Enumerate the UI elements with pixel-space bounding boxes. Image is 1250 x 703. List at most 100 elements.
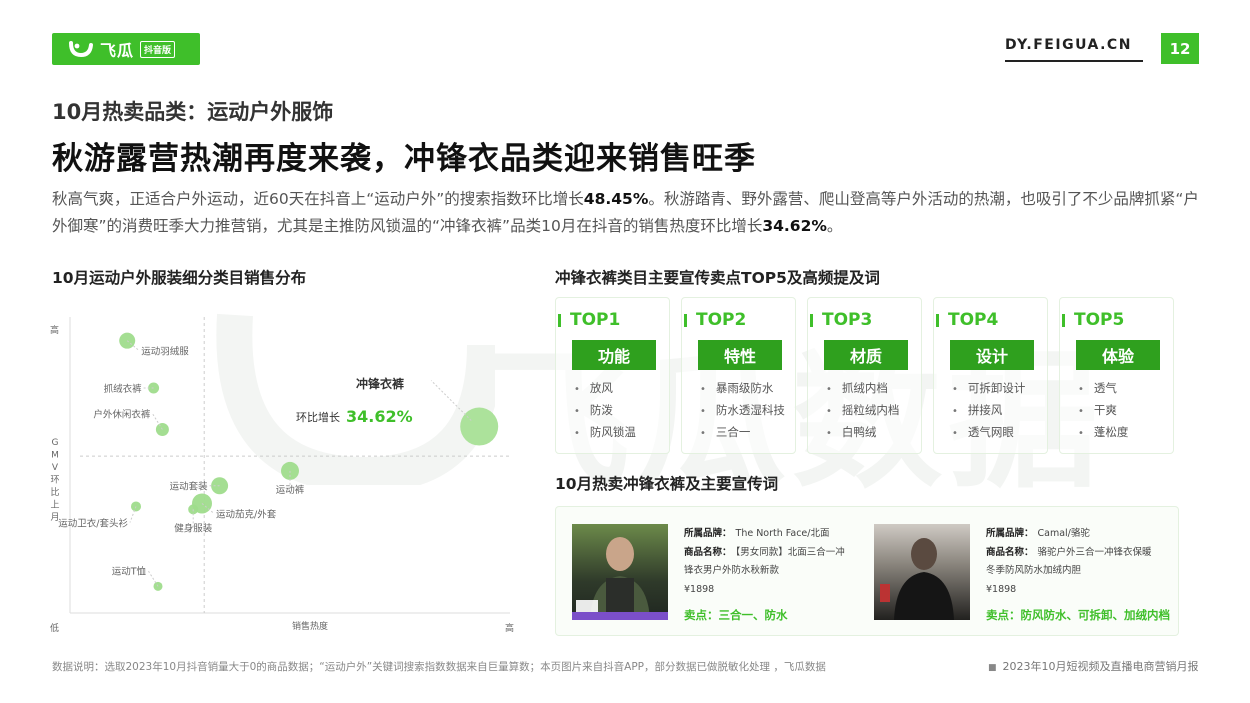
- site-url[interactable]: DY.FEIGUA.CN: [1005, 37, 1132, 53]
- product-2-selling-points: 卖点：防风防水、可拆卸、加绒内档: [986, 608, 1170, 622]
- product-1-selling-points: 卖点：三合一、防水: [684, 608, 788, 622]
- card-word: 干爽: [1078, 400, 1128, 422]
- product-image-1[interactable]: [572, 524, 668, 620]
- card-category: 体验: [1076, 340, 1160, 370]
- card-word: 可拆卸设计: [952, 378, 1026, 400]
- card-category: 特性: [698, 340, 782, 370]
- card-word: 白鸭绒: [826, 422, 899, 444]
- page-number: 12: [1161, 33, 1199, 64]
- product-image-2[interactable]: [874, 524, 970, 620]
- site-underline: [1005, 60, 1143, 62]
- brand-tag: 抖音版: [140, 40, 176, 58]
- feigua-logo[interactable]: 飞瓜 抖音版: [52, 33, 200, 65]
- bubble-label-7: 健身服装: [174, 522, 213, 534]
- page-subtitle: 10月热卖品类：运动户外服饰: [52, 100, 334, 124]
- y-axis-label-char: 上: [50, 500, 59, 511]
- card-rank: TOP1: [556, 310, 620, 330]
- card-word-list: 透气 干爽 蓬松度: [1078, 378, 1129, 444]
- person-coat-icon: [880, 538, 954, 620]
- card-category: 设计: [950, 340, 1034, 370]
- highlight-metric-value: 34.62%: [346, 407, 413, 426]
- y-axis-low-label: 低: [50, 622, 59, 634]
- bubble-label-1: 抓绒衣裤: [104, 383, 143, 395]
- card-category: 材质: [824, 340, 908, 370]
- product-1-price: ¥1898: [684, 584, 715, 595]
- chart-section-title: 10月运动户外服装细分类目销售分布: [52, 269, 307, 287]
- card-word: 抓绒内档: [826, 378, 899, 400]
- bubble-label-0: 运动羽绒服: [141, 346, 189, 358]
- product-2-name-line2: 冬季防风防水加绒内胆: [986, 565, 1082, 576]
- card-rank: TOP4: [934, 310, 998, 330]
- card-word: 暴雨级防水: [700, 378, 785, 400]
- card-word: 三合一: [700, 422, 785, 444]
- card-word: 透气: [1078, 378, 1128, 400]
- card-word-list: 可拆卸设计 拼接风 透气网眼: [952, 378, 1026, 444]
- bubble-label-4: 运动裤: [276, 484, 305, 496]
- bubble-label-2: 户外休闲衣裤: [93, 408, 151, 420]
- x-axis-label: 销售热度: [292, 620, 328, 632]
- top5-card-4: TOP4 设计 可拆卸设计 拼接风 透气网眼: [933, 297, 1048, 454]
- products-section-title: 10月热卖冲锋衣裤及主要宣传词: [555, 475, 779, 493]
- card-rank: TOP5: [1060, 310, 1124, 330]
- para-text-3: 。: [826, 217, 843, 235]
- y-axis-label-char: 环: [50, 475, 59, 486]
- card-word-list: 放风 防泼 防风锁温: [574, 378, 636, 444]
- product-2-price: ¥1898: [986, 584, 1017, 595]
- y-axis-label-char: M: [51, 451, 59, 461]
- para-text-1: 秋高气爽，正适合户外运动，近60天在抖音上“运动户外”的搜索指数环比增长: [52, 190, 584, 208]
- x-axis-high-label: 高: [505, 622, 514, 634]
- top5-card-5: TOP5 体验 透气 干爽 蓬松度: [1059, 297, 1174, 454]
- para-value-1: 48.45%: [583, 190, 649, 208]
- top5-card-1: TOP1 功能 放风 防泼 防风锁温: [555, 297, 670, 454]
- intro-paragraph: 秋高气爽，正适合户外运动，近60天在抖音上“运动户外”的搜索指数环比增长48.4…: [52, 186, 1202, 240]
- highlight-metric-label: 环比增长: [296, 410, 340, 424]
- card-rank: TOP3: [808, 310, 872, 330]
- bubble-label-9: 运动T恤: [112, 565, 147, 577]
- top5-section-title: 冲锋衣裤类目主要宣传卖点TOP5及高频提及词: [555, 269, 880, 287]
- bubble-label-5: 运动套装: [170, 481, 209, 493]
- card-word-list: 暴雨级防水 防水透湿科技 三合一: [700, 378, 785, 444]
- product-1-name-line2: 锋衣男户外防水秋新款: [684, 565, 780, 576]
- card-word: 放风: [574, 378, 636, 400]
- top5-card-2: TOP2 特性 暴雨级防水 防水透湿科技 三合一: [681, 297, 796, 454]
- bubble-label-6: 运动茄克/外套: [216, 508, 277, 520]
- y-axis-high-label: 高: [50, 324, 59, 336]
- feigua-logo-icon: [69, 41, 93, 58]
- bubble-chart: 高低高销售热度 G M V 环比上月运动羽绒服 抓绒衣裤 户外休闲衣裤 运动裤 运动套装 运动茄克…: [40, 305, 520, 635]
- card-word-list: 抓绒内档 摇粒绒内档 白鸭绒: [826, 378, 900, 444]
- y-axis-label-char: V: [52, 463, 59, 473]
- card-rank: TOP2: [682, 310, 746, 330]
- card-word: 拼接风: [952, 400, 1025, 422]
- top5-card-3: TOP3 材质 抓绒内档 摇粒绒内档 白鸭绒: [807, 297, 922, 454]
- report-name: 2023年10月短视频及直播电商营销月报: [988, 658, 1199, 674]
- brand-name: 飞瓜: [100, 41, 135, 60]
- page-title: 秋游露营热潮再度来袭，冲锋衣品类迎来销售旺季: [52, 141, 756, 177]
- product-2-name: 商品名称： 骆驼户外三合一冲锋衣保暖: [986, 547, 1152, 558]
- person-jacket-icon: [572, 537, 668, 620]
- product-1-brand: 所属品牌： The North Face/北面: [684, 528, 830, 539]
- product-1-name: 商品名称： 【男女同款】北面三合一冲: [684, 547, 845, 558]
- bubble-0: [119, 332, 136, 349]
- card-word: 透气网眼: [952, 422, 1025, 444]
- products-panel: 所属品牌： The North Face/北面 商品名称： 【男女同款】北面三合一冲…: [555, 506, 1179, 636]
- bubble-2: [155, 422, 169, 436]
- data-footnote: 数据说明：选取2023年10月抖音销量大于0的商品数据；“运动户外”关键词搜索指…: [52, 661, 826, 673]
- card-category: 功能: [572, 340, 656, 370]
- bubble-chart-svg: 高低 高销售热度GMV环比上月运动羽绒服抓绒衣裤户外休闲衣裤运动裤运动套装运动茄克…: [50, 317, 514, 634]
- card-word: 防风锁温: [574, 422, 636, 444]
- highlight-leader: [430, 380, 472, 421]
- card-word: 防水透湿科技: [700, 400, 785, 422]
- product-2-brand: 所属品牌： Camal/骆驼: [986, 528, 1090, 539]
- bubble-1: [148, 382, 160, 394]
- top5-cards: TOP1 功能 放风 防泼 防风锁温 TOP2 特性 暴雨级防水 防水透湿科技 …: [555, 297, 1175, 455]
- y-axis-label-char: G: [52, 438, 59, 448]
- card-word: 摇粒绒内档: [826, 400, 900, 422]
- bubble-4: [281, 461, 299, 480]
- y-axis-label-char: 比: [50, 486, 59, 498]
- para-value-2: 34.62%: [762, 217, 827, 235]
- bubble-3: [460, 407, 499, 446]
- bubble-label-8: 运动卫衣/套头衫: [58, 517, 128, 529]
- highlight-category-label: 冲锋衣裤: [356, 376, 404, 391]
- card-word: 防泼: [574, 400, 636, 422]
- card-word: 蓬松度: [1078, 422, 1129, 444]
